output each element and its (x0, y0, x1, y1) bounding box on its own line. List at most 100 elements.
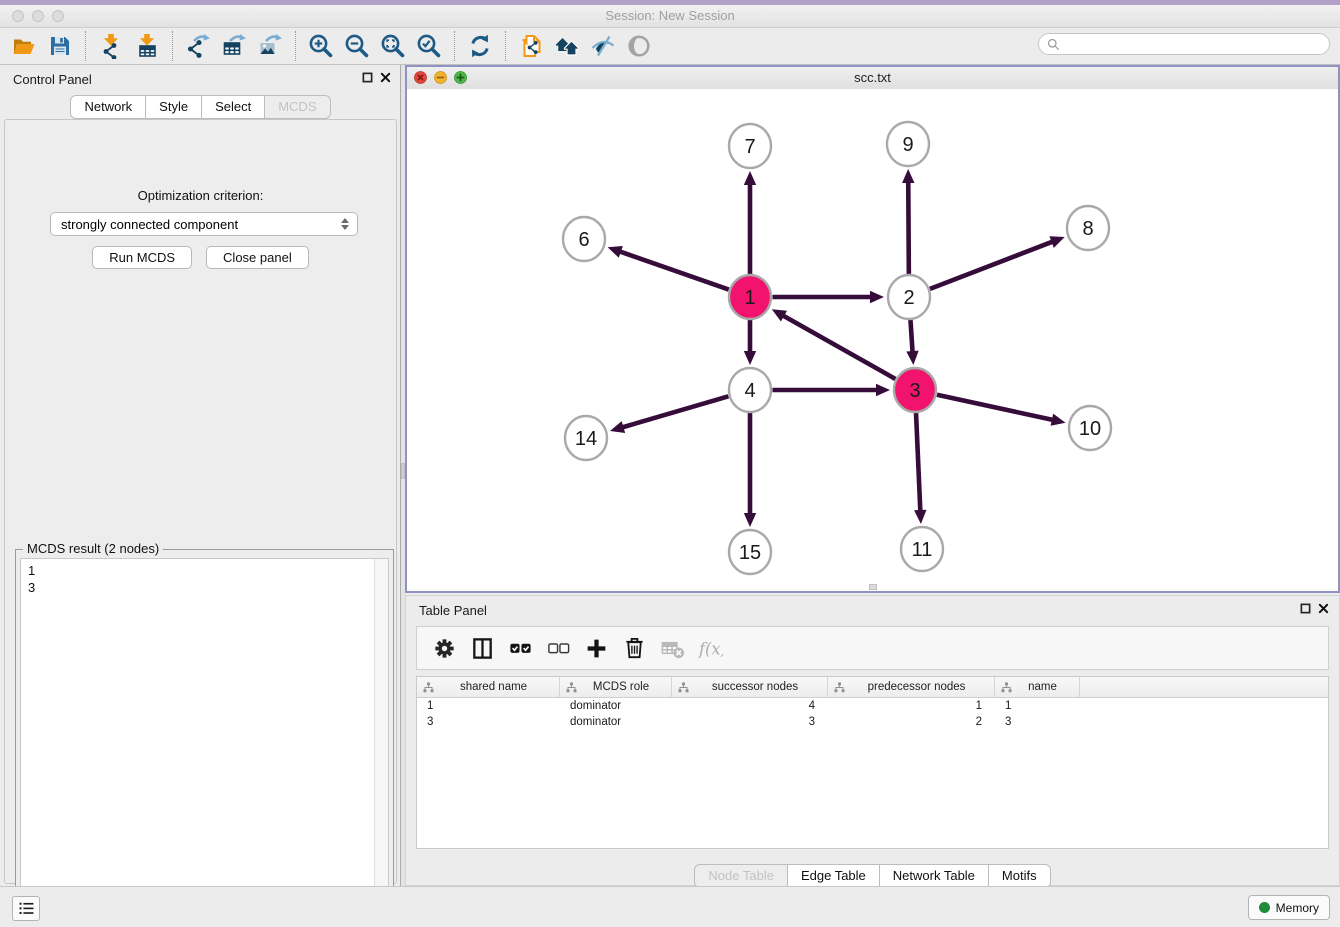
import-network-from-file-icon[interactable] (93, 30, 129, 62)
close-window-button[interactable] (12, 10, 24, 22)
optimization-criterion-select[interactable]: strongly connected component (50, 212, 358, 236)
network-window-titlebar[interactable]: scc.txt (407, 67, 1338, 90)
table-cell[interactable]: 4 (672, 698, 828, 714)
duplicate-network-icon[interactable] (513, 30, 549, 62)
table-cell[interactable]: 3 (672, 714, 828, 730)
mcds-result-textarea[interactable]: 1 3 (20, 558, 389, 922)
column-header-successor-nodes[interactable]: successor nodes (672, 677, 828, 697)
table-cell[interactable]: 1 (995, 698, 1080, 714)
unselect-all-icon[interactable] (541, 631, 575, 665)
export-network-icon[interactable] (180, 30, 216, 62)
node-8[interactable]: 8 (1067, 206, 1109, 250)
table-settings-icon[interactable] (427, 631, 461, 665)
app-title: Session: New Session (0, 5, 1340, 26)
hide-graphics-details-icon[interactable] (585, 30, 621, 62)
node-9[interactable]: 9 (887, 122, 929, 166)
tab-motifs[interactable]: Motifs (989, 864, 1051, 888)
canvas-resize-thumb[interactable] (869, 584, 877, 590)
search-input[interactable] (1060, 34, 1325, 54)
edge-2-3[interactable] (910, 319, 912, 353)
add-row-icon[interactable] (579, 631, 613, 665)
arrowhead-1-7 (744, 171, 756, 185)
node-label-3: 3 (909, 380, 920, 402)
table-cell[interactable]: 1 (828, 698, 995, 714)
open-session-icon[interactable] (6, 30, 42, 62)
table-cell[interactable]: dominator (560, 698, 672, 714)
show-all-networks-icon[interactable] (549, 30, 585, 62)
zoom-selected-icon[interactable] (411, 30, 447, 62)
node-10[interactable]: 10 (1069, 406, 1111, 450)
search-box[interactable] (1038, 33, 1330, 55)
tab-edge-table[interactable]: Edge Table (788, 864, 880, 888)
table-cell[interactable]: 2 (828, 714, 995, 730)
table-row[interactable]: 1dominator411 (417, 698, 1328, 714)
network-minimize-icon[interactable] (434, 71, 447, 84)
edge-2-8[interactable] (930, 241, 1053, 289)
node-15[interactable]: 15 (729, 530, 771, 574)
tab-select[interactable]: Select (202, 95, 265, 119)
float-table-panel-icon[interactable] (1300, 603, 1311, 614)
run-mcds-button[interactable]: Run MCDS (92, 246, 192, 269)
delete-table-icon[interactable] (655, 631, 689, 665)
tab-network[interactable]: Network (70, 95, 146, 119)
maximize-window-button[interactable] (52, 10, 64, 22)
fit-content-icon[interactable] (375, 30, 411, 62)
table-header-row: shared nameMCDS rolesuccessor nodesprede… (417, 677, 1328, 698)
node-11[interactable]: 11 (901, 527, 943, 571)
network-overview-icon[interactable] (621, 30, 657, 62)
import-table-from-file-icon[interactable] (129, 30, 165, 62)
apply-preferred-layout-icon[interactable] (462, 30, 498, 62)
table-cell[interactable]: 3 (417, 714, 560, 730)
save-session-icon[interactable] (42, 30, 78, 62)
node-4[interactable]: 4 (729, 368, 771, 412)
edge-4-14[interactable] (622, 396, 729, 427)
network-zoom-icon[interactable] (454, 71, 467, 84)
minimize-window-button[interactable] (32, 10, 44, 22)
node-2[interactable]: 2 (888, 275, 930, 319)
export-table-icon[interactable] (216, 30, 252, 62)
table-cell[interactable]: 3 (995, 714, 1080, 730)
tab-mcds[interactable]: MCDS (265, 95, 330, 119)
node-7[interactable]: 7 (729, 124, 771, 168)
node-6[interactable]: 6 (563, 217, 605, 261)
float-panel-icon[interactable] (362, 72, 373, 83)
network-canvas[interactable]: 7 9 6 8 1 2 4 3 14 10 15 11 (407, 89, 1338, 591)
memory-button[interactable]: Memory (1248, 895, 1330, 920)
network-close-icon[interactable] (414, 71, 427, 84)
zoom-in-icon[interactable] (303, 30, 339, 62)
close-panel-icon[interactable] (380, 72, 391, 83)
edge-3-1[interactable] (782, 315, 895, 379)
zoom-out-icon[interactable] (339, 30, 375, 62)
tab-style[interactable]: Style (146, 95, 202, 119)
edge-3-11[interactable] (916, 412, 920, 512)
table-panel: Table Panel f(x) shared nameMCDS rolesuc… (405, 595, 1340, 886)
apply-function-icon[interactable]: f(x) (693, 631, 727, 665)
edge-3-10[interactable] (937, 395, 1054, 420)
table-cell[interactable]: dominator (560, 714, 672, 730)
tab-network-table[interactable]: Network Table (880, 864, 989, 888)
optimization-criterion-label: Optimization criterion: (5, 188, 396, 203)
column-header-name[interactable]: name (995, 677, 1080, 697)
mcds-result-scrollbar[interactable] (374, 559, 388, 921)
toolbar-separator (295, 31, 296, 61)
split-column-icon[interactable] (465, 631, 499, 665)
column-header-shared-name[interactable]: shared name (417, 677, 560, 697)
node-3[interactable]: 3 (894, 368, 936, 412)
node-1[interactable]: 1 (729, 275, 771, 319)
tab-node-table[interactable]: Node Table (694, 864, 788, 888)
app-titlebar: Session: New Session (0, 5, 1340, 28)
task-history-button[interactable] (12, 896, 40, 921)
select-all-icon[interactable] (503, 631, 537, 665)
close-panel-button[interactable]: Close panel (206, 246, 309, 269)
export-image-icon[interactable] (252, 30, 288, 62)
table-cell[interactable]: 1 (417, 698, 560, 714)
column-header-predecessor-nodes[interactable]: predecessor nodes (828, 677, 995, 697)
edge-1-6[interactable] (619, 251, 729, 289)
table-row[interactable]: 3dominator323 (417, 714, 1328, 730)
window-traffic-lights[interactable] (12, 10, 64, 22)
close-table-panel-icon[interactable] (1318, 603, 1329, 614)
node-14[interactable]: 14 (565, 416, 607, 460)
delete-row-icon[interactable] (617, 631, 651, 665)
edge-2-9[interactable] (908, 181, 909, 275)
column-header-MCDS-role[interactable]: MCDS role (560, 677, 672, 697)
